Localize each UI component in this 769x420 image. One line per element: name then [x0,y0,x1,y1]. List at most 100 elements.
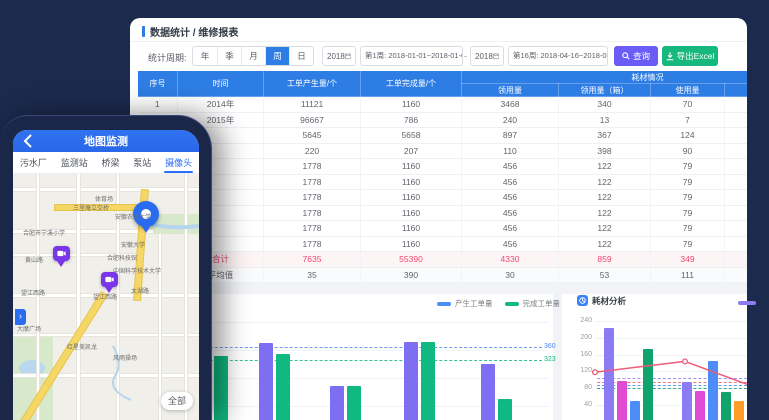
table-row: 5177811604561227967 [138,159,748,175]
table-row: 7177811604561227967 [138,190,748,206]
column-header: 工单产生量/个 [264,71,361,97]
table-cell: 79 [651,221,725,237]
table-cell: 79 [651,190,725,206]
table-cell: 390 [361,267,462,283]
sub-column-header: 领用量（箱） [559,84,651,97]
table-cell: 30 [462,267,559,283]
table-cell: 122 [559,221,651,237]
table-cell: 140 [725,267,748,283]
table-cell: 90 [651,143,725,159]
table-row: 356455658897367124129 [138,128,748,144]
back-chevron-icon[interactable] [22,134,34,148]
map-label: 合肥市宁溪小学 [23,228,65,237]
table-cell: 124 [651,128,725,144]
query-button-label: 查询 [633,50,650,62]
table-cell: 122 [559,159,651,175]
table-cell: 53 [559,267,651,283]
legend-swatch [505,302,519,306]
year-to-value: 2018 [475,52,493,61]
table-cell: 1160 [361,221,462,237]
calendar-icon [493,52,499,60]
table-cell: 1160 [361,236,462,252]
export-excel-button[interactable]: 导出Excel [662,46,718,66]
table-cell: 13 [559,112,651,128]
app-header: 地图监测 [13,130,199,152]
map-label: 风雨操场 [113,353,137,362]
category-tabs: 污水厂监测站桥梁泵站摄像头 [13,152,199,174]
table-cell: 349 [651,252,725,268]
report-table-wrap: 序号时间工单产生量/个工单完成量/个耗材情况领用量领用量（箱）使用量余量1201… [137,70,747,283]
period-option-周[interactable]: 周 [265,47,289,65]
table-cell: 1778 [264,190,361,206]
table-cell: 129 [725,128,748,144]
map-label: 望江西路 [93,292,117,301]
table-row: 8177811604561227967 [138,205,748,221]
period-option-季[interactable]: 季 [217,47,241,65]
camera-marker[interactable] [53,246,70,261]
map-label: 中国科学技术大学 [113,266,161,275]
table-cell: 67 [725,174,748,190]
map-label: 黄山路 [25,255,43,264]
table-row: 6177811604561227967 [138,174,748,190]
table-cell: 67 [725,190,748,206]
table-cell: 122 [559,236,651,252]
sub-column-header: 领用量 [462,84,559,97]
table-cell: 19 [725,143,748,159]
period-option-月[interactable]: 月 [241,47,265,65]
table-cell: 1778 [264,236,361,252]
tab-桥梁[interactable]: 桥梁 [100,152,120,173]
charts-vertical-divider [553,294,562,420]
map-expand-button[interactable]: › [15,309,26,325]
table-cell: 1160 [361,159,462,175]
map-label: 三里庵立交桥 [73,203,109,212]
table-cell: 456 [462,190,559,206]
week-from-input[interactable]: 第1周: 2018-01-01~2018-01-07 [360,46,463,66]
tab-泵站[interactable]: 泵站 [132,152,152,173]
table-cell: 207 [361,143,462,159]
period-option-日[interactable]: 日 [289,47,313,65]
year-to-select[interactable]: 2018 [470,46,504,66]
charts-panel-bg [130,294,747,420]
camera-marker-tip [57,261,65,267]
left-chart-legend: 产生工单量完成工单量 [437,298,560,309]
period-segmented-control: 年季月周日 [192,46,314,66]
period-option-年[interactable]: 年 [193,47,217,65]
table-cell: 7 [651,112,725,128]
table-cell: 111 [651,267,725,283]
table-row: 12014年111211160346834070250 [138,97,748,113]
query-button[interactable]: 查询 [614,46,658,66]
table-cell: 1160 [361,97,462,113]
table-cell: 859 [559,252,651,268]
table-cell: 340 [559,97,651,113]
table-cell: 240 [462,112,559,128]
tab-监测站[interactable]: 监测站 [60,152,89,173]
camera-icon [105,276,114,283]
right-chart-title: 耗材分析 [592,295,626,307]
map-canvas[interactable]: › 全部 三里庵立交桥体育场安徽农业大学合肥市宁溪小学安徽大学合肥科技馆中国科学… [13,174,199,420]
header-divider [130,41,747,42]
tab-摄像头[interactable]: 摄像头 [164,152,193,173]
map-label: 合肥科技馆 [107,253,137,262]
table-cell: 398 [559,143,651,159]
map-label: 大摩广场 [17,324,41,333]
map-label: 红星美凯龙 [67,342,97,351]
table-cell: 7635 [264,252,361,268]
table-cell: 110 [462,143,559,159]
year-from-select[interactable]: 2018 [322,46,356,66]
table-row: 9177811604561227967 [138,221,748,237]
legend-item: 完成工单量 [505,298,561,309]
table-cell: 96667 [264,112,361,128]
breadcrumb-accent-bar [142,26,145,37]
table-cell: 122 [559,190,651,206]
tab-污水厂[interactable]: 污水厂 [19,152,48,173]
table-cell: 456 [462,205,559,221]
week-to-input[interactable]: 第16周: 2018-04-16~2018-04-22 [508,46,608,66]
map-label: 望江西路 [21,288,45,297]
table-cell: 35 [264,267,361,283]
table-charts-divider [130,283,747,294]
table-cell: 67 [725,205,748,221]
legend-swatch [437,302,451,306]
all-filter-button[interactable]: 全部 [161,392,193,410]
table-cell: 456 [462,221,559,237]
table-cell: 79 [651,174,725,190]
